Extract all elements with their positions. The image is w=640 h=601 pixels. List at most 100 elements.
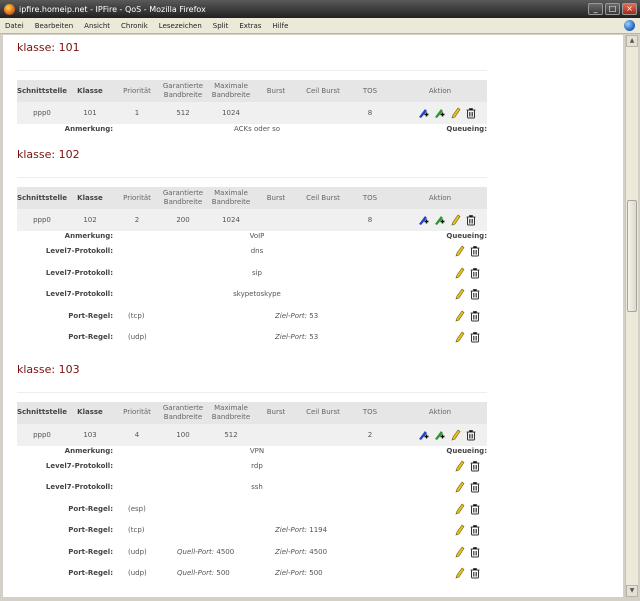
edit-icon[interactable] bbox=[449, 107, 461, 119]
delete-icon[interactable] bbox=[469, 310, 481, 322]
column-header-ceil_burst: Ceil Burst bbox=[306, 408, 340, 416]
delete-icon[interactable] bbox=[465, 214, 477, 226]
edit-icon[interactable] bbox=[453, 245, 465, 257]
ziel-port-label: Ziel-Port: bbox=[275, 526, 308, 534]
cell-burst bbox=[257, 424, 295, 446]
window-titlebar: ipfire.homeip.net - IPFire - QoS - Mozil… bbox=[0, 0, 640, 18]
l7-label: Level7-Protokoll: bbox=[45, 268, 113, 277]
column-header-prioritaet: Priorität bbox=[123, 193, 151, 202]
edit-icon[interactable] bbox=[453, 331, 465, 343]
delete-icon[interactable] bbox=[465, 429, 477, 441]
column-header-tos: TOS bbox=[362, 86, 378, 95]
edit-icon[interactable] bbox=[449, 429, 461, 441]
anmerkung-label: Anmerkung: bbox=[64, 446, 113, 455]
l7-rule-actions bbox=[453, 460, 481, 472]
column-header-burst: Burst bbox=[266, 193, 286, 202]
menu-lesezeichen[interactable]: Lesezeichen bbox=[153, 22, 207, 30]
l7-label: Level7-Protokoll: bbox=[45, 461, 113, 470]
edit-icon[interactable] bbox=[453, 524, 465, 536]
quell-port-label: Quell-Port: bbox=[177, 569, 215, 577]
add-port-rule-icon[interactable] bbox=[433, 107, 445, 119]
anmerkung-label: Anmerkung: bbox=[64, 232, 113, 240]
delete-icon[interactable] bbox=[469, 481, 481, 493]
port-rule-actions bbox=[453, 567, 481, 579]
menu-bearbeiten[interactable]: Bearbeiten bbox=[29, 22, 78, 30]
port-rule-label: Port-Regel: bbox=[68, 547, 113, 556]
edit-icon[interactable] bbox=[453, 288, 465, 300]
page-content: klasse: 101 Schnittstelle Klasse Priorität G… bbox=[3, 35, 623, 597]
add-port-rule-icon[interactable] bbox=[433, 214, 445, 226]
port-protocol: (tcp) bbox=[128, 311, 145, 320]
add-l7-rule-icon[interactable] bbox=[417, 429, 429, 441]
ziel-port-value: 1194 bbox=[309, 526, 328, 534]
cell-schnittstelle: ppp0 bbox=[33, 430, 51, 439]
class-row: ppp0 102 2 200 1024 8 bbox=[17, 209, 487, 231]
port-protocol: (tcp) bbox=[128, 526, 145, 534]
delete-icon[interactable] bbox=[469, 460, 481, 472]
ziel-port-value: 500 bbox=[309, 569, 323, 577]
delete-icon[interactable] bbox=[465, 107, 477, 119]
scroll-down-button[interactable]: ▼ bbox=[626, 585, 638, 597]
edit-icon[interactable] bbox=[453, 460, 465, 472]
port-rule-line: Port-Regel: (udp) Quell-Port: 4500 Ziel-Por… bbox=[17, 546, 487, 560]
edit-icon[interactable] bbox=[453, 481, 465, 493]
close-button[interactable]: × bbox=[622, 3, 637, 15]
port-rule-label: Port-Regel: bbox=[68, 504, 113, 513]
menu-extras[interactable]: Extras bbox=[233, 22, 266, 30]
edit-icon[interactable] bbox=[453, 503, 465, 515]
delete-icon[interactable] bbox=[469, 503, 481, 515]
minimize-button[interactable]: _ bbox=[588, 3, 603, 15]
edit-icon[interactable] bbox=[453, 546, 465, 558]
anmerkung-value: ACKs oder so bbox=[233, 125, 281, 133]
divider bbox=[17, 391, 487, 393]
cell-ceil_burst bbox=[297, 424, 349, 446]
column-header-klasse: Klasse bbox=[77, 408, 103, 416]
menu-hilfe[interactable]: Hilfe bbox=[266, 22, 293, 30]
divider bbox=[17, 177, 487, 178]
port-rule-actions bbox=[453, 524, 481, 536]
ziel-port-value: 53 bbox=[309, 333, 319, 341]
column-header-klasse: Klasse bbox=[77, 86, 103, 95]
scroll-thumb[interactable] bbox=[627, 200, 637, 312]
port-rule-actions bbox=[453, 546, 481, 558]
maximize-button[interactable]: □ bbox=[605, 3, 620, 15]
cell-garantierte: 100 bbox=[176, 430, 190, 439]
port-rule-label: Port-Regel: bbox=[68, 311, 113, 320]
divider bbox=[17, 70, 487, 71]
delete-icon[interactable] bbox=[469, 245, 481, 257]
menu-ansicht[interactable]: Ansicht bbox=[78, 22, 115, 30]
port-protocol: (udp) bbox=[128, 547, 147, 556]
menu-split[interactable]: Split bbox=[207, 22, 234, 30]
edit-icon[interactable] bbox=[453, 310, 465, 322]
add-port-rule-icon[interactable] bbox=[433, 429, 445, 441]
add-l7-rule-icon[interactable] bbox=[417, 107, 429, 119]
scroll-up-button[interactable]: ▲ bbox=[626, 35, 638, 47]
port-rule-actions bbox=[453, 310, 481, 322]
l7-protocol: rdp bbox=[251, 461, 263, 470]
ziel-port-label: Ziel-Port: bbox=[275, 547, 308, 556]
port-rule-line: Port-Regel: (esp) bbox=[17, 503, 487, 517]
column-header-garantierte: Garantierte Bandbreite bbox=[162, 82, 204, 99]
delete-icon[interactable] bbox=[469, 567, 481, 579]
delete-icon[interactable] bbox=[469, 267, 481, 279]
menu-datei[interactable]: Datei bbox=[0, 22, 29, 30]
window-title: ipfire.homeip.net - IPFire - QoS - Mozil… bbox=[19, 4, 206, 14]
edit-icon[interactable] bbox=[453, 567, 465, 579]
add-l7-rule-icon[interactable] bbox=[417, 214, 429, 226]
edit-icon[interactable] bbox=[449, 214, 461, 226]
delete-icon[interactable] bbox=[469, 331, 481, 343]
l7-label: Level7-Protokoll: bbox=[45, 290, 113, 298]
vertical-scrollbar[interactable]: ▲ ▼ bbox=[625, 35, 638, 597]
delete-icon[interactable] bbox=[469, 546, 481, 558]
l7-rule-line: Level7-Protokoll: dns bbox=[17, 245, 487, 259]
queueing-label: Queueing: bbox=[446, 232, 487, 240]
edit-icon[interactable] bbox=[453, 267, 465, 279]
menu-chronik[interactable]: Chronik bbox=[115, 22, 153, 30]
ziel-port-label: Ziel-Port: bbox=[275, 569, 308, 577]
menu-bar: Datei Bearbeiten Ansicht Chronik Lesezei… bbox=[0, 18, 640, 34]
delete-icon[interactable] bbox=[469, 524, 481, 536]
port-rule-label: Port-Regel: bbox=[68, 333, 113, 341]
anmerkung-line: Anmerkung: VPN Queueing: bbox=[17, 447, 487, 461]
port-protocol: (esp) bbox=[128, 504, 146, 513]
delete-icon[interactable] bbox=[469, 288, 481, 300]
